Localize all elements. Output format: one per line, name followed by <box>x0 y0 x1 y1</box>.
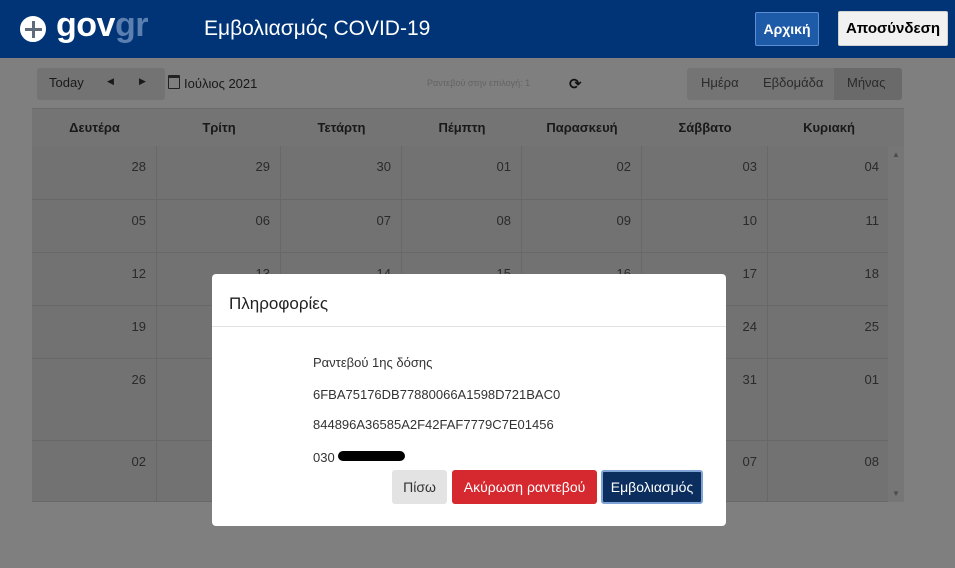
home-button[interactable]: Αρχική <box>755 12 819 46</box>
appointment-type: Ραντεβού 1ης δόσης <box>313 355 433 370</box>
logout-button[interactable]: Αποσύνδεση <box>838 11 948 46</box>
appointment-code: 6FBA75176DB77880066A1598D721BAC0 <box>313 387 561 402</box>
dialog-title: Πληροφορίες <box>229 294 329 313</box>
info-dialog: Πληροφορίες Ραντεβού 1ης δόσης 6FBA75176… <box>212 274 726 526</box>
app-title: Εμβολιασμός COVID-19 <box>204 17 431 40</box>
emblem-icon <box>18 14 48 44</box>
top-bar: govgr Εμβολιασμός COVID-19 Αρχική Αποσύν… <box>0 0 955 58</box>
appointment-hash: 844896A36585A2F42FAF7779C7E01456 <box>313 417 554 432</box>
redaction-mark <box>338 451 405 461</box>
amka-prefix: 030 <box>313 450 335 465</box>
back-button[interactable]: Πίσω <box>392 470 447 504</box>
cancel-appointment-button[interactable]: Ακύρωση ραντεβού <box>452 470 597 504</box>
vaccinate-button[interactable]: Εμβολιασμός <box>601 470 703 504</box>
dialog-divider <box>212 326 726 327</box>
govgr-logo[interactable]: govgr <box>56 6 148 44</box>
